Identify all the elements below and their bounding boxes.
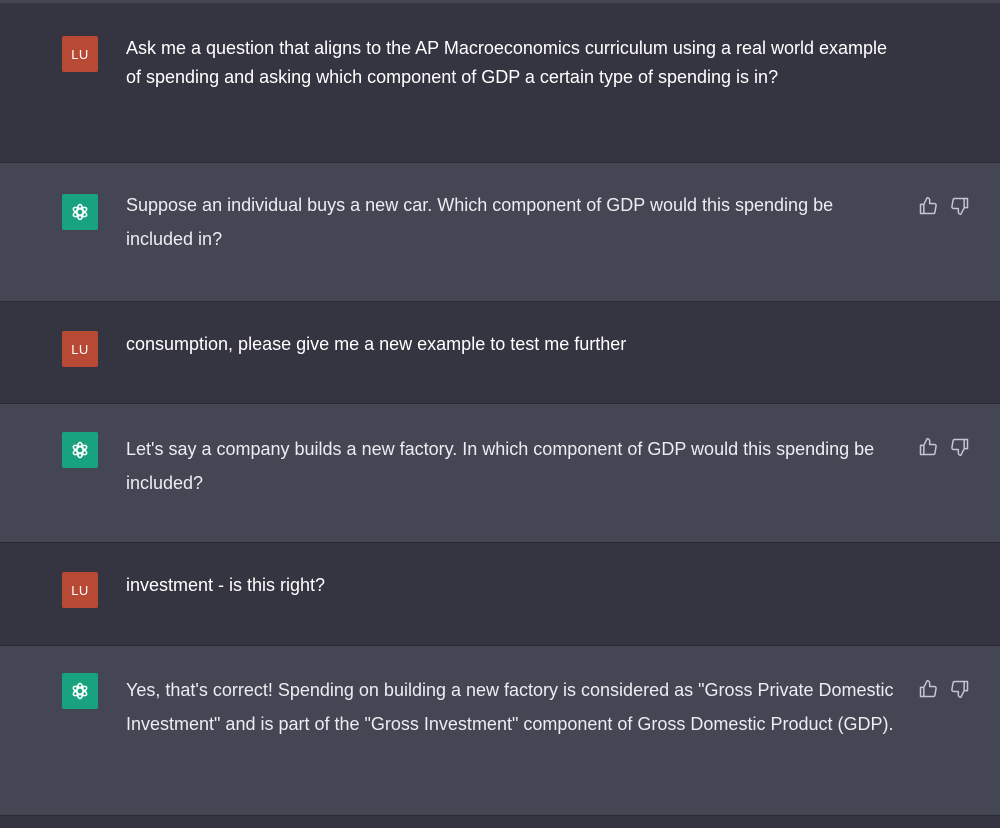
thumbs-down-icon [951,680,969,699]
openai-logo-icon [72,203,88,221]
user-message-text: consumption, please give me a new exampl… [126,334,627,354]
user-message-row: LU consumption, please give me a new exa… [0,302,1000,404]
assistant-message-row: Let's say a company builds a new factory… [0,404,1000,543]
thumbs-up-button[interactable] [918,437,938,457]
thumbs-down-icon [951,438,969,457]
thumbs-up-icon [919,196,937,215]
thumbs-up-icon [919,679,937,698]
user-message-row: LU investment - is this right? [0,543,1000,646]
user-message-row: LU Ask me a question that aligns to the … [0,3,1000,163]
thumbs-up-icon [919,437,937,456]
user-avatar: LU [62,331,98,367]
bottom-strip [0,816,1000,828]
thumbs-down-icon [951,197,969,216]
user-avatar-label: LU [71,582,89,598]
assistant-message-row: Yes, that's correct! Spending on buildin… [0,646,1000,816]
thumbs-down-button[interactable] [950,679,970,699]
assistant-avatar [62,673,98,709]
thumbs-down-button[interactable] [950,196,970,216]
assistant-avatar [62,432,98,468]
user-avatar-label: LU [71,341,89,357]
feedback-buttons [918,437,970,457]
thumbs-up-button[interactable] [918,679,938,699]
feedback-buttons [918,679,970,699]
assistant-message-row: Suppose an individual buys a new car. Wh… [0,163,1000,302]
assistant-avatar [62,194,98,230]
assistant-message-text: Let's say a company builds a new factory… [126,439,875,493]
openai-logo-icon [72,441,88,459]
thumbs-down-button[interactable] [950,437,970,457]
thumbs-up-button[interactable] [918,196,938,216]
user-avatar-label: LU [71,46,89,62]
user-avatar: LU [62,36,98,72]
feedback-buttons [918,196,970,216]
user-avatar: LU [62,572,98,608]
openai-logo-icon [72,682,88,700]
user-message-text: investment - is this right? [126,575,326,595]
assistant-message-text: Yes, that's correct! Spending on buildin… [126,680,894,734]
user-message-text: Ask me a question that aligns to the AP … [126,38,888,87]
assistant-message-text: Suppose an individual buys a new car. Wh… [126,195,834,249]
